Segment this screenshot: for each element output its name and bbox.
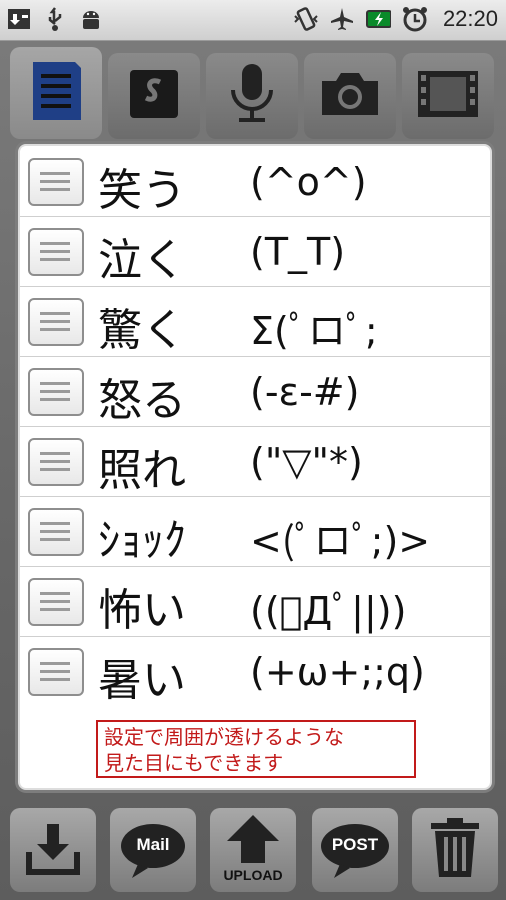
mail-button[interactable]: Mail xyxy=(110,808,196,892)
evernote-icon xyxy=(126,66,182,126)
list-item[interactable]: 泣く (T_T) xyxy=(20,216,490,287)
android-icon xyxy=(78,6,104,32)
airplane-icon xyxy=(329,6,355,32)
item-icon xyxy=(28,298,84,346)
delete-button[interactable] xyxy=(412,808,498,892)
list-item[interactable]: ｼｮｯｸ <(ﾟロﾟ;)> xyxy=(20,496,490,567)
item-name: 怖い xyxy=(98,585,186,636)
battery-charging-icon xyxy=(365,6,391,32)
upload-label: UPLOAD xyxy=(223,867,283,883)
post-icon: POST xyxy=(318,820,392,880)
note-icon xyxy=(29,60,83,126)
item-icon xyxy=(28,648,84,696)
list-item[interactable]: 笑う (^o^) xyxy=(20,146,490,217)
upload-icon: UPLOAD xyxy=(215,813,291,887)
save-button[interactable] xyxy=(10,808,96,892)
clock-time: 22:20 xyxy=(442,6,498,31)
list-item[interactable]: 驚く Σ(ﾟロﾟ; xyxy=(20,286,490,357)
post-button[interactable]: POST xyxy=(312,808,398,892)
post-label: POST xyxy=(331,835,379,854)
download-icon xyxy=(6,6,32,32)
film-icon xyxy=(416,67,480,125)
mail-icon: Mail xyxy=(118,820,188,880)
tab-camera[interactable] xyxy=(304,53,396,139)
alarm-icon xyxy=(401,6,427,32)
item-name: 笑う xyxy=(98,165,186,216)
item-emoticon: <(ﾟロﾟ;)> xyxy=(250,519,431,563)
tab-evernote[interactable] xyxy=(108,53,200,139)
vibrate-icon xyxy=(293,6,319,32)
item-emoticon: ((ﾟДﾟ||)) xyxy=(250,589,407,633)
item-name: ｼｮｯｸ xyxy=(98,515,186,566)
item-emoticon: Σ(ﾟロﾟ; xyxy=(250,309,378,353)
info-note-line1: 設定で周囲が透けるような xyxy=(104,725,344,749)
item-icon xyxy=(28,578,84,626)
info-note-line2: 見た目にもできます xyxy=(104,751,284,775)
bottom-action-bar: Mail UPLOAD POST xyxy=(0,800,506,900)
info-note: 設定で周囲が透けるような 見た目にもできます xyxy=(96,720,416,778)
item-emoticon: (^o^) xyxy=(250,160,367,204)
item-name: 暑い xyxy=(98,655,186,706)
item-icon xyxy=(28,158,84,206)
mail-label: Mail xyxy=(136,835,170,854)
camera-icon xyxy=(318,69,382,123)
item-name: 驚く xyxy=(98,305,186,356)
item-icon xyxy=(28,508,84,556)
item-icon xyxy=(28,228,84,276)
tab-video[interactable] xyxy=(402,53,494,139)
item-name: 照れ xyxy=(98,445,186,496)
list-item[interactable]: 怖い ((ﾟДﾟ||)) xyxy=(20,566,490,637)
list-item[interactable]: 照れ ("▽"*) xyxy=(20,426,490,497)
item-icon xyxy=(28,438,84,486)
status-bar: 22:20 xyxy=(0,0,506,41)
item-emoticon: (+ω+;;q) xyxy=(250,650,425,694)
trash-icon xyxy=(429,817,481,883)
tab-bar xyxy=(0,45,506,139)
tab-note[interactable] xyxy=(10,47,102,139)
item-emoticon: (T_T) xyxy=(250,230,346,274)
download-icon xyxy=(23,818,83,882)
list-item[interactable]: 暑い (+ω+;;q) xyxy=(20,636,490,706)
item-emoticon: (-ε-#) xyxy=(250,370,360,414)
tab-voice[interactable] xyxy=(206,53,298,139)
usb-icon xyxy=(42,6,68,32)
item-name: 泣く xyxy=(98,235,186,286)
item-name: 怒る xyxy=(98,375,186,426)
list-item[interactable]: 怒る (-ε-#) xyxy=(20,356,490,427)
item-icon xyxy=(28,368,84,416)
microphone-icon xyxy=(227,62,277,130)
emoticon-list-panel: 笑う (^o^) 泣く (T_T) 驚く Σ(ﾟロﾟ; 怒る (-ε-#) 照れ… xyxy=(18,144,492,790)
upload-button[interactable]: UPLOAD xyxy=(210,808,296,892)
item-emoticon: ("▽"*) xyxy=(250,440,363,484)
